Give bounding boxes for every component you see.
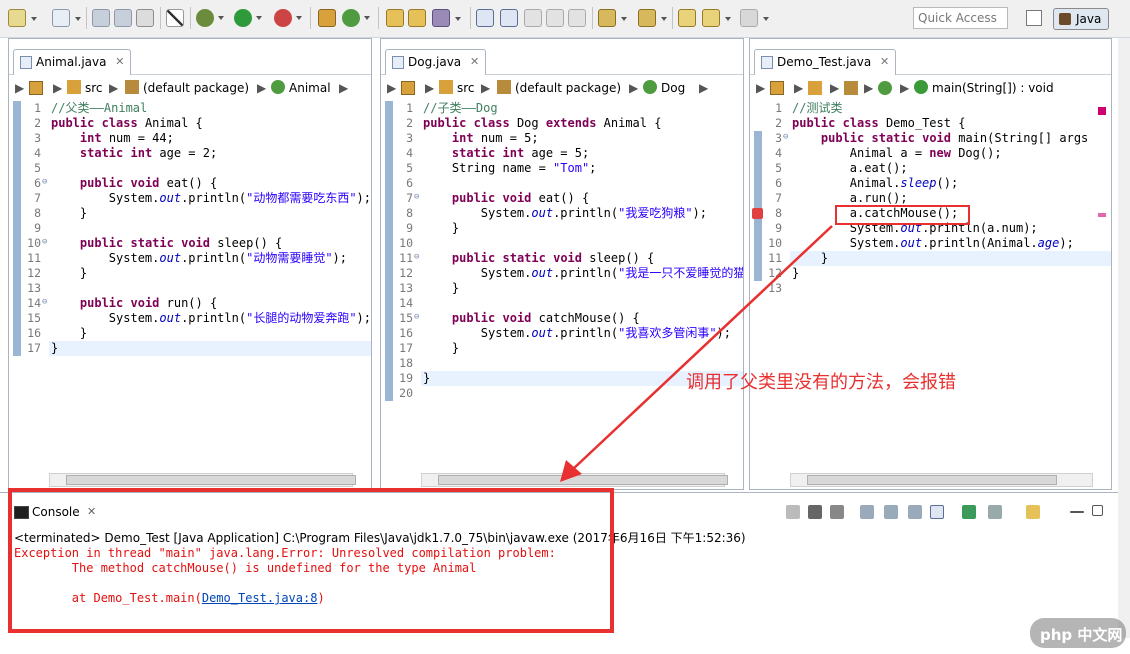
- annotation-arrow-line: [571, 225, 833, 471]
- annotation-text: 调用了父类里没有的方法，会报错: [686, 372, 956, 393]
- console-highlight-box: [8, 488, 614, 633]
- annotation-highlight-box: [835, 205, 970, 225]
- watermark-text: php 中文网: [1040, 626, 1123, 644]
